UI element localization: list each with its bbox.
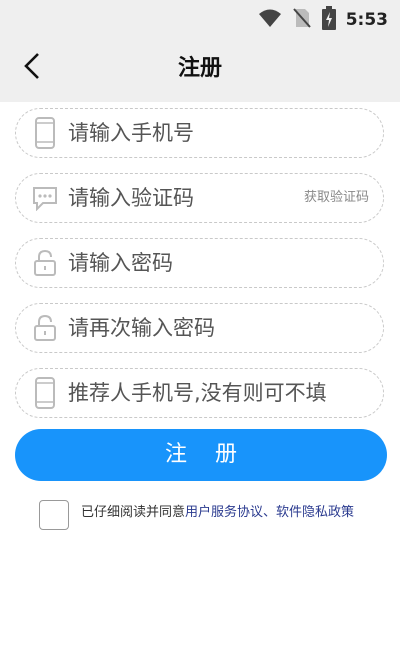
confirm-password-field[interactable] xyxy=(15,303,384,353)
wifi-icon xyxy=(258,8,282,32)
lock-icon xyxy=(30,246,60,280)
password-input[interactable] xyxy=(68,239,368,287)
lock-icon xyxy=(30,311,60,345)
confirm-password-input[interactable] xyxy=(68,304,368,352)
agreement-prefix: 已仔细阅读并同意 xyxy=(81,504,186,520)
agreement-separator: 、 xyxy=(263,504,277,520)
password-field[interactable] xyxy=(15,238,384,288)
back-button[interactable] xyxy=(16,52,48,84)
phone-icon xyxy=(30,376,60,410)
nav-bar: 注册 xyxy=(0,36,400,102)
chevron-left-icon xyxy=(23,52,41,84)
get-code-button[interactable]: 获取验证码 xyxy=(304,174,369,222)
phone-icon xyxy=(30,116,60,150)
message-icon xyxy=(30,181,60,215)
agreement-row: 已仔细阅读并同意用户服务协议、软件隐私政策 xyxy=(39,500,354,530)
code-input[interactable] xyxy=(68,174,288,222)
service-agreement-link[interactable]: 用户服务协议 xyxy=(185,505,263,520)
agreement-text: 已仔细阅读并同意用户服务协议、软件隐私政策 xyxy=(81,501,354,520)
register-button[interactable]: 注册 xyxy=(15,429,387,481)
page-title: 注册 xyxy=(177,56,222,81)
status-bar: 5:53 xyxy=(0,0,400,36)
referrer-input[interactable] xyxy=(68,369,344,417)
phone-field[interactable] xyxy=(15,108,384,158)
battery-icon xyxy=(321,6,336,34)
phone-input[interactable] xyxy=(68,109,368,157)
status-icons: 5:53 xyxy=(258,6,388,34)
status-time: 5:53 xyxy=(345,10,388,30)
no-sim-icon xyxy=(292,7,312,33)
agree-checkbox[interactable] xyxy=(39,500,69,530)
code-field[interactable]: 获取验证码 xyxy=(15,173,384,223)
referrer-field[interactable] xyxy=(15,368,384,418)
privacy-policy-link[interactable]: 软件隐私政策 xyxy=(276,505,354,520)
